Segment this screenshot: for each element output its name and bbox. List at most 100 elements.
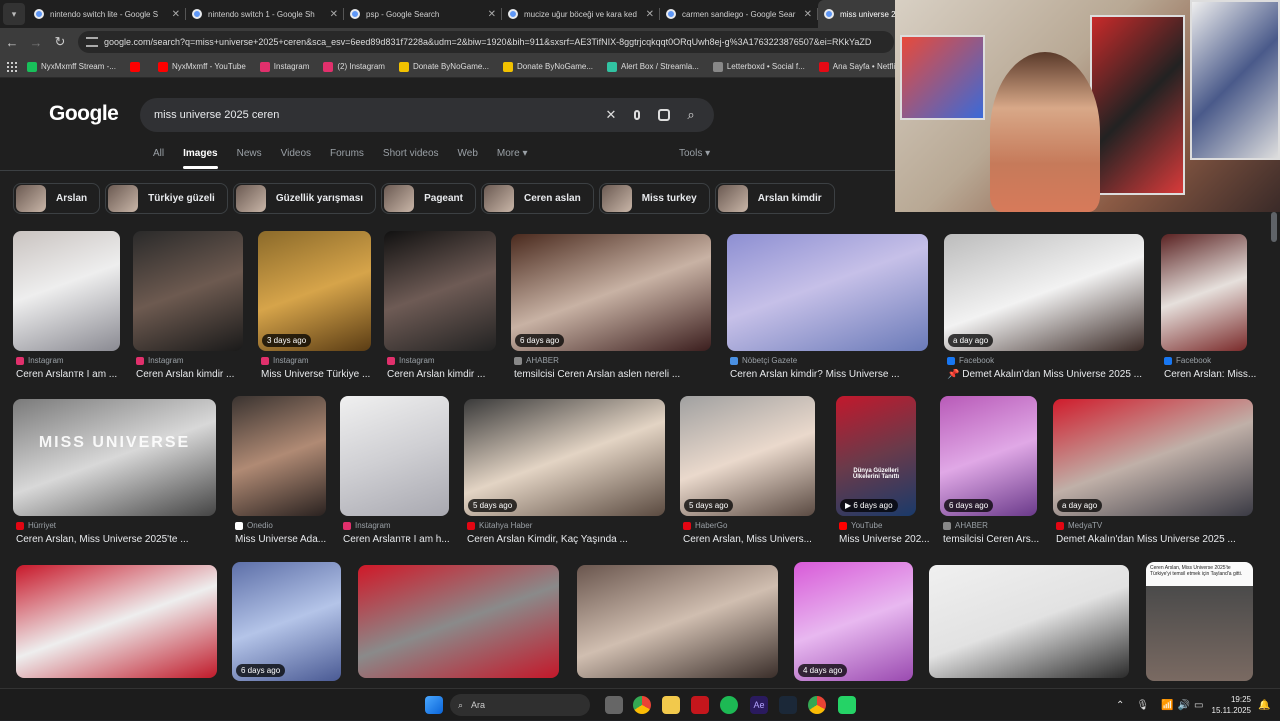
image-result[interactable]: 4 days ago bbox=[794, 562, 913, 681]
tab-web[interactable]: Web bbox=[458, 148, 478, 169]
image-result[interactable] bbox=[340, 396, 449, 516]
chip-türkiye-güzeli[interactable]: Türkiye güzeli bbox=[105, 183, 228, 214]
image-result[interactable]: MISS UNIVERSE bbox=[13, 399, 216, 516]
result-caption[interactable]: Demet Akalın'dan Miss Universe 2025 ... bbox=[1056, 534, 1280, 545]
url-field[interactable]: google.com/search?q=miss+universe+2025+c… bbox=[78, 31, 894, 53]
image-result[interactable]: 5 days ago bbox=[464, 399, 665, 516]
chip-arslan-kimdir[interactable]: Arslan kimdir bbox=[714, 183, 835, 214]
image-result[interactable]: 5 days ago bbox=[680, 396, 815, 516]
chevron-up-icon[interactable]: ⌃ bbox=[1116, 700, 1124, 711]
chip-miss-turkey[interactable]: Miss turkey bbox=[598, 183, 710, 214]
result-source[interactable]: AHABER bbox=[943, 521, 988, 530]
chrome-icon[interactable] bbox=[633, 696, 651, 714]
image-result[interactable] bbox=[232, 396, 326, 516]
image-result[interactable] bbox=[358, 565, 559, 678]
result-source[interactable]: HaberGo bbox=[683, 521, 727, 530]
microphone-icon[interactable] bbox=[634, 110, 640, 120]
bookmark-item[interactable] bbox=[129, 61, 144, 72]
file-explorer-icon[interactable] bbox=[662, 696, 680, 714]
image-result[interactable]: 6 days ago bbox=[232, 562, 341, 681]
search-box[interactable]: miss universe 2025 ceren ✕ ⌕ bbox=[140, 98, 714, 132]
result-source[interactable]: MedyaTV bbox=[1056, 521, 1102, 530]
browser-tab[interactable]: nintendo switch lite - Google S ✕ bbox=[28, 0, 186, 28]
microphone-icon[interactable]: 🎙 bbox=[1136, 700, 1149, 711]
whatsapp-icon[interactable] bbox=[838, 696, 856, 714]
tab-news[interactable]: News bbox=[237, 148, 262, 169]
chrome-icon[interactable] bbox=[808, 696, 826, 714]
bookmark-item[interactable]: (2) Instagram bbox=[323, 61, 385, 72]
close-tab-icon[interactable]: ✕ bbox=[172, 9, 180, 20]
result-source[interactable]: Instagram bbox=[343, 521, 391, 530]
image-result[interactable] bbox=[727, 234, 928, 351]
back-icon[interactable]: ← bbox=[0, 35, 24, 50]
image-result[interactable] bbox=[1161, 234, 1247, 351]
google-logo[interactable]: Google bbox=[49, 102, 119, 126]
tab-short-videos[interactable]: Short videos bbox=[383, 148, 439, 169]
image-result[interactable]: ▶ 6 days ago Dünya Güzelleri Ülkelerini T… bbox=[836, 396, 916, 516]
chip-pageant[interactable]: Pageant bbox=[381, 183, 476, 214]
result-source[interactable]: YouTube bbox=[839, 521, 882, 530]
image-result[interactable]: 3 days ago bbox=[258, 231, 371, 351]
notification-icon[interactable]: 🔔 bbox=[1258, 689, 1270, 721]
scrollbar[interactable] bbox=[1271, 212, 1277, 242]
tab-all[interactable]: All bbox=[153, 148, 164, 169]
apps-icon[interactable] bbox=[7, 61, 17, 72]
chip-güzellik-yarışması[interactable]: Güzellik yarışması bbox=[232, 183, 377, 214]
after-effects-icon[interactable]: Ae bbox=[750, 696, 768, 714]
image-result[interactable]: a day ago bbox=[944, 234, 1144, 351]
clock[interactable]: 19:25 15.11.2025 bbox=[1209, 694, 1251, 716]
tab-more[interactable]: More ▾ bbox=[497, 148, 528, 169]
image-result[interactable]: a day ago bbox=[1053, 399, 1253, 516]
wifi-icon[interactable]: 📶 bbox=[1161, 700, 1173, 711]
bookmark-item[interactable]: Instagram bbox=[259, 61, 309, 72]
search-icon[interactable]: ⌕ bbox=[678, 107, 704, 123]
tab-search-icon[interactable]: ▾ bbox=[3, 3, 25, 25]
bookmark-item[interactable]: NyxMxmff Stream -... bbox=[27, 61, 116, 72]
taskbar-search[interactable]: ⌕ Ara bbox=[450, 694, 590, 716]
result-source[interactable]: Instagram bbox=[261, 356, 309, 365]
browser-tab[interactable]: carmen sandiego - Google Sear ✕ bbox=[660, 0, 818, 28]
result-source[interactable]: Kütahya Haber bbox=[467, 521, 532, 530]
image-result[interactable] bbox=[384, 231, 496, 351]
forward-icon[interactable]: → bbox=[24, 35, 48, 50]
image-result[interactable]: Ceren Arslan, Miss Universe 2025'te Türk… bbox=[1146, 562, 1253, 681]
spotify-icon[interactable] bbox=[720, 696, 738, 714]
app-icon[interactable] bbox=[691, 696, 709, 714]
result-source[interactable]: Instagram bbox=[136, 356, 184, 365]
bookmark-item[interactable]: Ana Sayfa • Netflix bbox=[818, 61, 899, 72]
image-result[interactable] bbox=[16, 565, 217, 678]
image-result[interactable]: 6 days ago bbox=[940, 396, 1037, 516]
image-result[interactable]: 6 days ago bbox=[511, 234, 711, 351]
image-result[interactable] bbox=[133, 231, 243, 351]
result-source[interactable]: Instagram bbox=[387, 356, 435, 365]
result-source[interactable]: AHABER bbox=[514, 356, 559, 365]
bookmark-item[interactable]: NyxMxmff - YouTube bbox=[157, 61, 246, 72]
tab-forums[interactable]: Forums bbox=[330, 148, 364, 169]
result-source[interactable]: Instagram bbox=[16, 356, 64, 365]
bookmark-item[interactable]: Donate ByNoGame... bbox=[398, 61, 489, 72]
battery-icon[interactable]: ▭ bbox=[1194, 700, 1203, 711]
bookmark-item[interactable]: Alert Box / Streamla... bbox=[607, 61, 699, 72]
image-result[interactable] bbox=[577, 565, 778, 678]
image-result[interactable] bbox=[929, 565, 1129, 678]
image-result[interactable] bbox=[13, 231, 120, 351]
reload-icon[interactable]: ↻ bbox=[48, 34, 72, 50]
chip-ceren-aslan[interactable]: Ceren aslan bbox=[481, 183, 594, 214]
bookmark-item[interactable]: Donate ByNoGame... bbox=[502, 61, 593, 72]
result-source[interactable]: Hürriyet bbox=[16, 521, 56, 530]
browser-tab[interactable]: nintendo switch 1 - Google Sh ✕ bbox=[186, 0, 344, 28]
site-info-icon[interactable] bbox=[86, 37, 98, 47]
volume-icon[interactable]: 🔊 bbox=[1178, 700, 1190, 711]
close-tab-icon[interactable]: ✕ bbox=[330, 9, 338, 20]
close-tab-icon[interactable]: ✕ bbox=[804, 9, 812, 20]
close-tab-icon[interactable]: ✕ bbox=[488, 9, 496, 20]
lens-icon[interactable] bbox=[658, 109, 670, 121]
steam-icon[interactable] bbox=[779, 696, 797, 714]
close-tab-icon[interactable]: ✕ bbox=[646, 9, 654, 20]
start-icon[interactable] bbox=[425, 696, 443, 714]
result-source[interactable]: Onedio bbox=[235, 521, 273, 530]
clear-icon[interactable]: ✕ bbox=[598, 107, 624, 123]
result-source[interactable]: Facebook bbox=[947, 356, 994, 365]
result-source[interactable]: Facebook bbox=[1164, 356, 1211, 365]
search-input[interactable]: miss universe 2025 ceren bbox=[154, 109, 598, 121]
